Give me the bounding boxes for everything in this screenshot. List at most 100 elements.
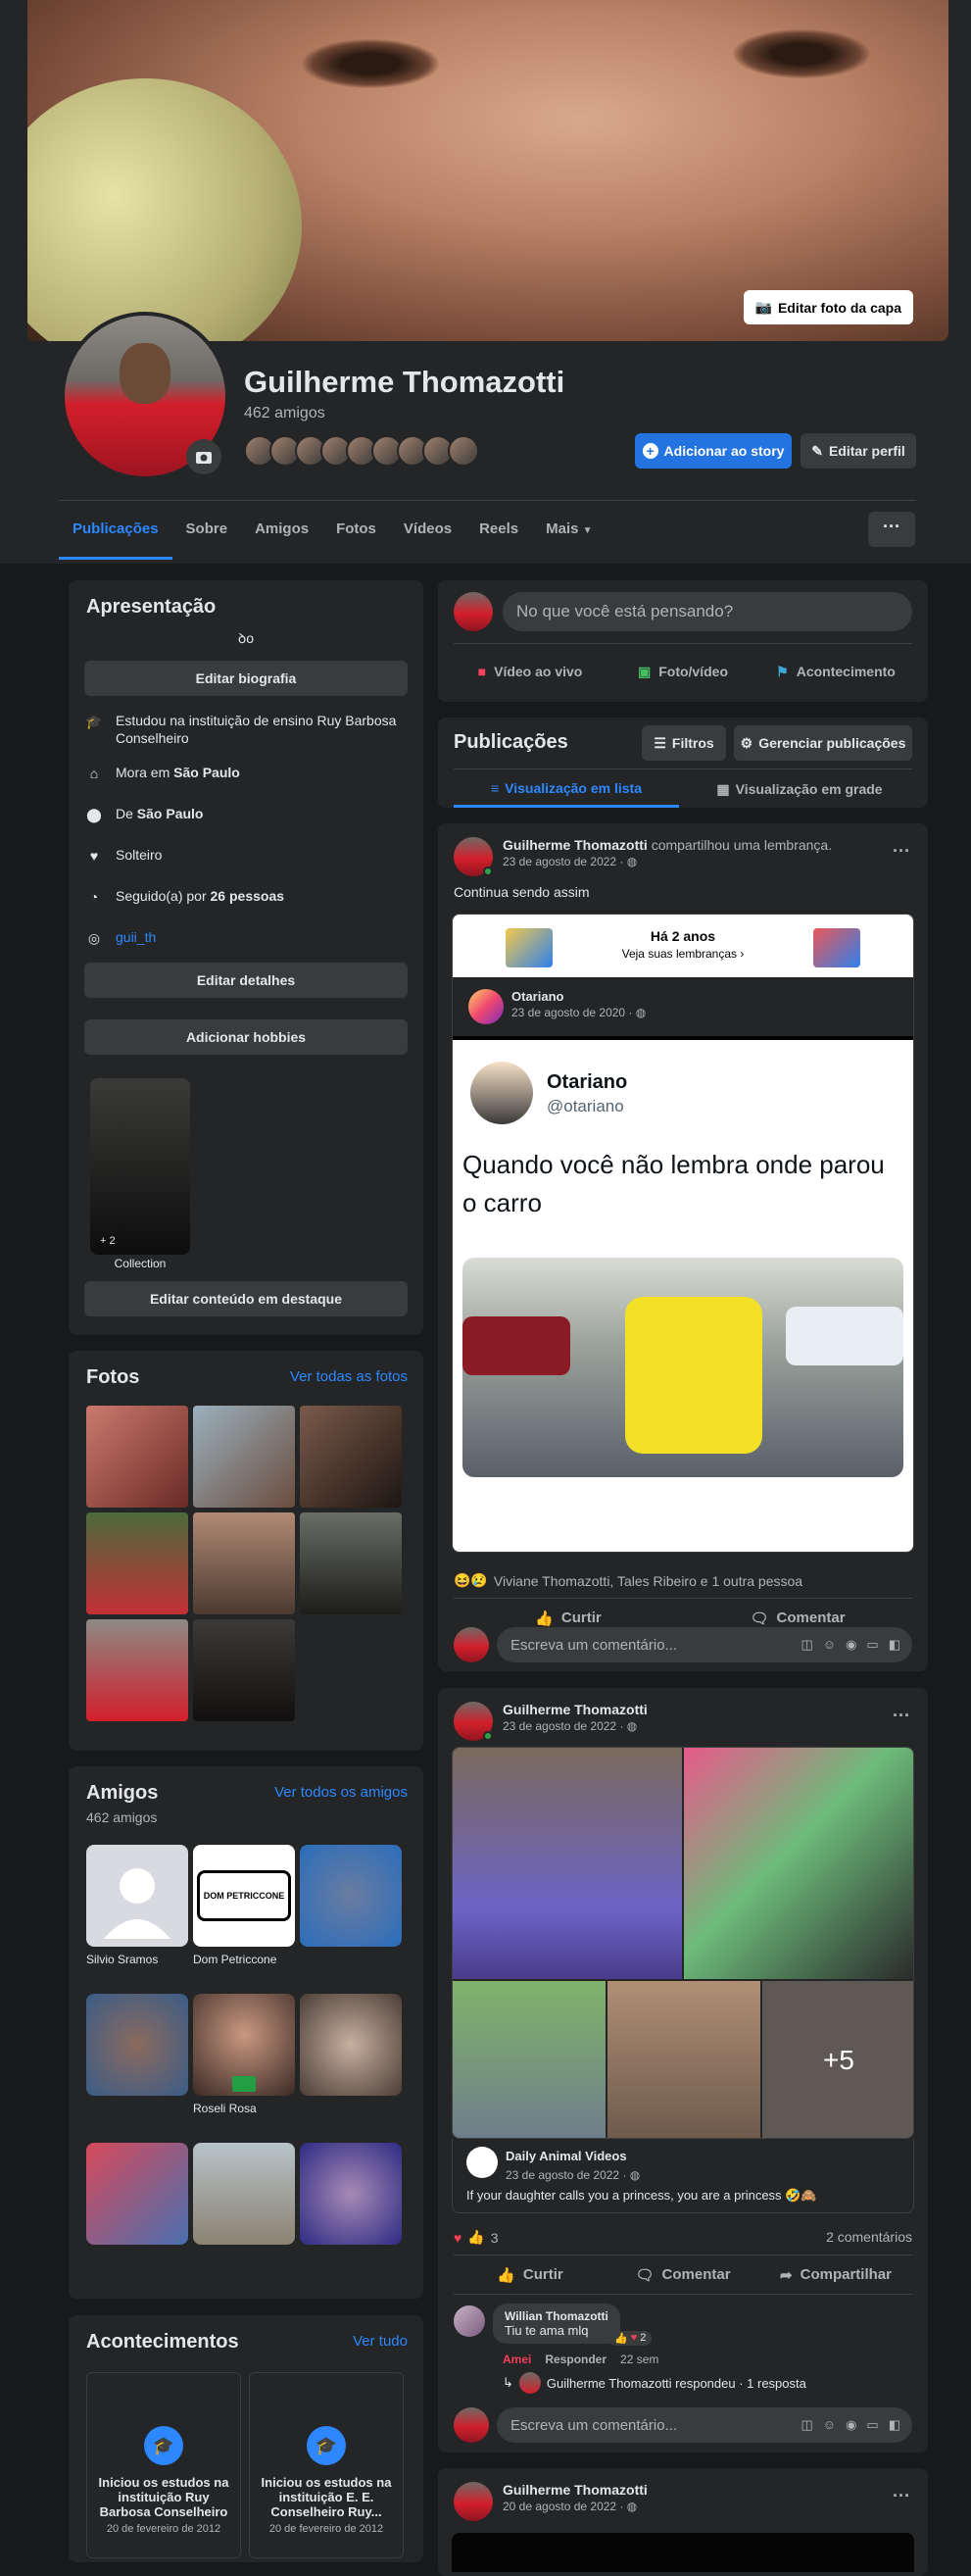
reactions-summary[interactable]: 😆😢 Viviane Thomazotti, Tales Ribeiro e 1 … bbox=[454, 1572, 802, 1589]
post-author[interactable]: Guilherme Thomazotti bbox=[503, 1702, 648, 1717]
avatar[interactable] bbox=[454, 837, 493, 876]
emoji-icon[interactable]: ☺ bbox=[823, 1637, 836, 1653]
add-story-button[interactable]: + Adicionar ao story bbox=[635, 433, 792, 469]
sticker-icon[interactable]: ◧ bbox=[889, 2417, 900, 2433]
edit-bio-button[interactable]: Editar biografia bbox=[84, 661, 408, 696]
post-options-button[interactable]: ··· bbox=[893, 1706, 910, 1726]
media-thumbnail[interactable] bbox=[684, 1748, 913, 1979]
life-event-item[interactable]: 🎓 Iniciou os estudos na instituição E. E… bbox=[249, 2372, 404, 2558]
tab-reels[interactable]: Reels bbox=[465, 501, 532, 560]
see-all-events-link[interactable]: Ver tudo bbox=[353, 2333, 408, 2350]
see-all-photos-link[interactable]: Ver todas as fotos bbox=[290, 1368, 408, 1385]
life-event-button[interactable]: ⚑ Acontecimento bbox=[759, 651, 912, 692]
friends-count[interactable]: 462 amigos bbox=[244, 405, 325, 422]
edit-details-button[interactable]: Editar detalhes bbox=[84, 963, 408, 998]
avatar[interactable] bbox=[454, 2407, 489, 2443]
tab-photos[interactable]: Fotos bbox=[322, 501, 390, 560]
friend-avatars[interactable] bbox=[244, 435, 479, 467]
post-author[interactable]: Guilherme Thomazotti bbox=[503, 837, 648, 853]
avatar[interactable] bbox=[454, 592, 493, 631]
reply-link[interactable]: Responder bbox=[545, 2353, 607, 2366]
memory-card[interactable]: Há 2 anos Veja suas lembranças › Otarian… bbox=[452, 914, 914, 1553]
comment-time[interactable]: 22 sem bbox=[620, 2353, 658, 2366]
tweet-image[interactable]: Otariano @otariano Quando você não lembr… bbox=[453, 1036, 913, 1552]
photo-video-button[interactable]: ▣ Foto/vídeo bbox=[607, 651, 759, 692]
photo-thumbnail[interactable] bbox=[300, 1406, 402, 1508]
love-reaction-label[interactable]: Amei bbox=[503, 2353, 531, 2366]
edit-featured-button[interactable]: Editar conteúdo em destaque bbox=[84, 1281, 408, 1316]
camera-icon[interactable]: ◉ bbox=[846, 1637, 856, 1653]
avatar-sticker-icon[interactable]: ◫ bbox=[801, 2417, 812, 2433]
photo-thumbnail[interactable] bbox=[300, 1512, 402, 1614]
edit-cover-button[interactable]: 📷 Editar foto da capa bbox=[743, 290, 913, 324]
gif-icon[interactable]: ▭ bbox=[866, 2417, 878, 2433]
sticker-icon[interactable]: ◧ bbox=[889, 1637, 900, 1653]
life-event-item[interactable]: 🎓 Iniciou os estudos na instituição Ruy … bbox=[86, 2372, 241, 2558]
comment-button[interactable]: 🗨 Comentar bbox=[607, 2255, 759, 2294]
photo-thumbnail[interactable] bbox=[193, 1406, 295, 1508]
comment-input[interactable]: Escreva um comentário... ◫ ☺ ◉ ▭ ◧ bbox=[497, 1627, 912, 1662]
see-memories-link[interactable]: Veja suas lembranças bbox=[622, 947, 737, 961]
photo-thumbnail[interactable] bbox=[86, 1406, 188, 1508]
friend-card[interactable] bbox=[300, 2143, 402, 2251]
filters-button[interactable]: ☰ Filtros bbox=[642, 725, 726, 761]
avatar[interactable] bbox=[454, 1627, 489, 1662]
friend-card[interactable] bbox=[300, 1994, 402, 2102]
friend-card[interactable] bbox=[193, 2143, 295, 2251]
shared-post[interactable]: +5 bbox=[452, 1747, 914, 2139]
avatar[interactable] bbox=[454, 1702, 493, 1741]
live-video-button[interactable]: ■ Vídeo ao vivo bbox=[454, 651, 607, 692]
tab-friends[interactable]: Amigos bbox=[241, 501, 322, 560]
tab-videos[interactable]: Vídeos bbox=[390, 501, 465, 560]
cover-photo[interactable]: 📷 Editar foto da capa bbox=[27, 0, 948, 341]
add-hobbies-button[interactable]: Adicionar hobbies bbox=[84, 1019, 408, 1055]
post-date[interactable]: 23 de agosto de 2022 · bbox=[503, 855, 627, 868]
avatar-sticker-icon[interactable]: ◫ bbox=[801, 1637, 812, 1653]
post-options-button[interactable]: ··· bbox=[893, 2486, 910, 2506]
post-options-button[interactable]: ··· bbox=[893, 841, 910, 862]
memory-banner[interactable]: Há 2 anos Veja suas lembranças › bbox=[453, 915, 913, 977]
featured-collection[interactable]: + 2 bbox=[90, 1078, 190, 1255]
more-options-button[interactable]: ··· bbox=[868, 512, 915, 547]
edit-profile-button[interactable]: ✎ Editar perfil bbox=[801, 433, 916, 469]
composer-input[interactable]: No que você está pensando? bbox=[503, 592, 912, 631]
media-thumbnail[interactable] bbox=[453, 1981, 606, 2138]
friend-card[interactable]: Silvio Sramos bbox=[86, 1845, 188, 1966]
avatar[interactable] bbox=[454, 2305, 485, 2337]
post-author[interactable]: Guilherme Thomazotti bbox=[503, 2482, 648, 2498]
media-thumbnail[interactable] bbox=[453, 1748, 682, 1979]
gif-icon[interactable]: ▭ bbox=[866, 1637, 878, 1653]
photo-thumbnail[interactable] bbox=[193, 1512, 295, 1614]
see-all-friends-link[interactable]: Ver todos os amigos bbox=[274, 1784, 408, 1801]
list-view-tab[interactable]: ≡ Visualização em lista bbox=[454, 770, 679, 808]
tab-about[interactable]: Sobre bbox=[172, 501, 242, 560]
friend-card[interactable] bbox=[86, 1994, 188, 2102]
share-button[interactable]: ➦ Compartilhar bbox=[759, 2255, 912, 2294]
friend-card[interactable] bbox=[86, 2143, 188, 2251]
avatar[interactable] bbox=[454, 2482, 493, 2521]
emoji-icon[interactable]: ☺ bbox=[823, 2417, 836, 2433]
avatar[interactable] bbox=[466, 2147, 498, 2178]
friend-card[interactable] bbox=[300, 1845, 402, 1953]
tab-more[interactable]: Mais ▼ bbox=[532, 501, 606, 560]
photo-thumbnail[interactable] bbox=[86, 1619, 188, 1721]
post-media[interactable] bbox=[452, 2533, 914, 2572]
tab-posts[interactable]: Publicações bbox=[59, 501, 172, 560]
friend-card[interactable]: Roseli Rosa bbox=[193, 1994, 295, 2115]
camera-icon[interactable] bbox=[186, 439, 221, 474]
comment-input[interactable]: Escreva um comentário... ◫ ☺ ◉ ▭ ◧ bbox=[497, 2407, 912, 2443]
media-thumbnail[interactable] bbox=[607, 1981, 760, 2138]
manage-posts-button[interactable]: ⚙ Gerenciar publicações bbox=[734, 725, 912, 761]
more-media-overlay[interactable]: +5 bbox=[762, 1981, 913, 2138]
comments-count[interactable]: 2 comentários bbox=[826, 2229, 912, 2245]
reactions-summary[interactable]: ♥ 👍 3 bbox=[454, 2229, 499, 2246]
camera-icon[interactable]: ◉ bbox=[846, 2417, 856, 2433]
grid-view-tab[interactable]: ▦ Visualização em grade bbox=[687, 770, 912, 808]
friend-card[interactable]: DOM PETRICCONE Dom Petriccone bbox=[193, 1845, 295, 1966]
photo-thumbnail[interactable] bbox=[86, 1512, 188, 1614]
like-button[interactable]: 👍 Curtir bbox=[454, 2255, 607, 2294]
photo-thumbnail[interactable] bbox=[193, 1619, 295, 1721]
comment-reactions[interactable]: 👍 ♥ 2 bbox=[608, 2331, 653, 2346]
replies-summary[interactable]: ↳ Guilherme Thomazotti respondeu · 1 res… bbox=[503, 2372, 806, 2394]
avatar[interactable] bbox=[468, 989, 504, 1024]
